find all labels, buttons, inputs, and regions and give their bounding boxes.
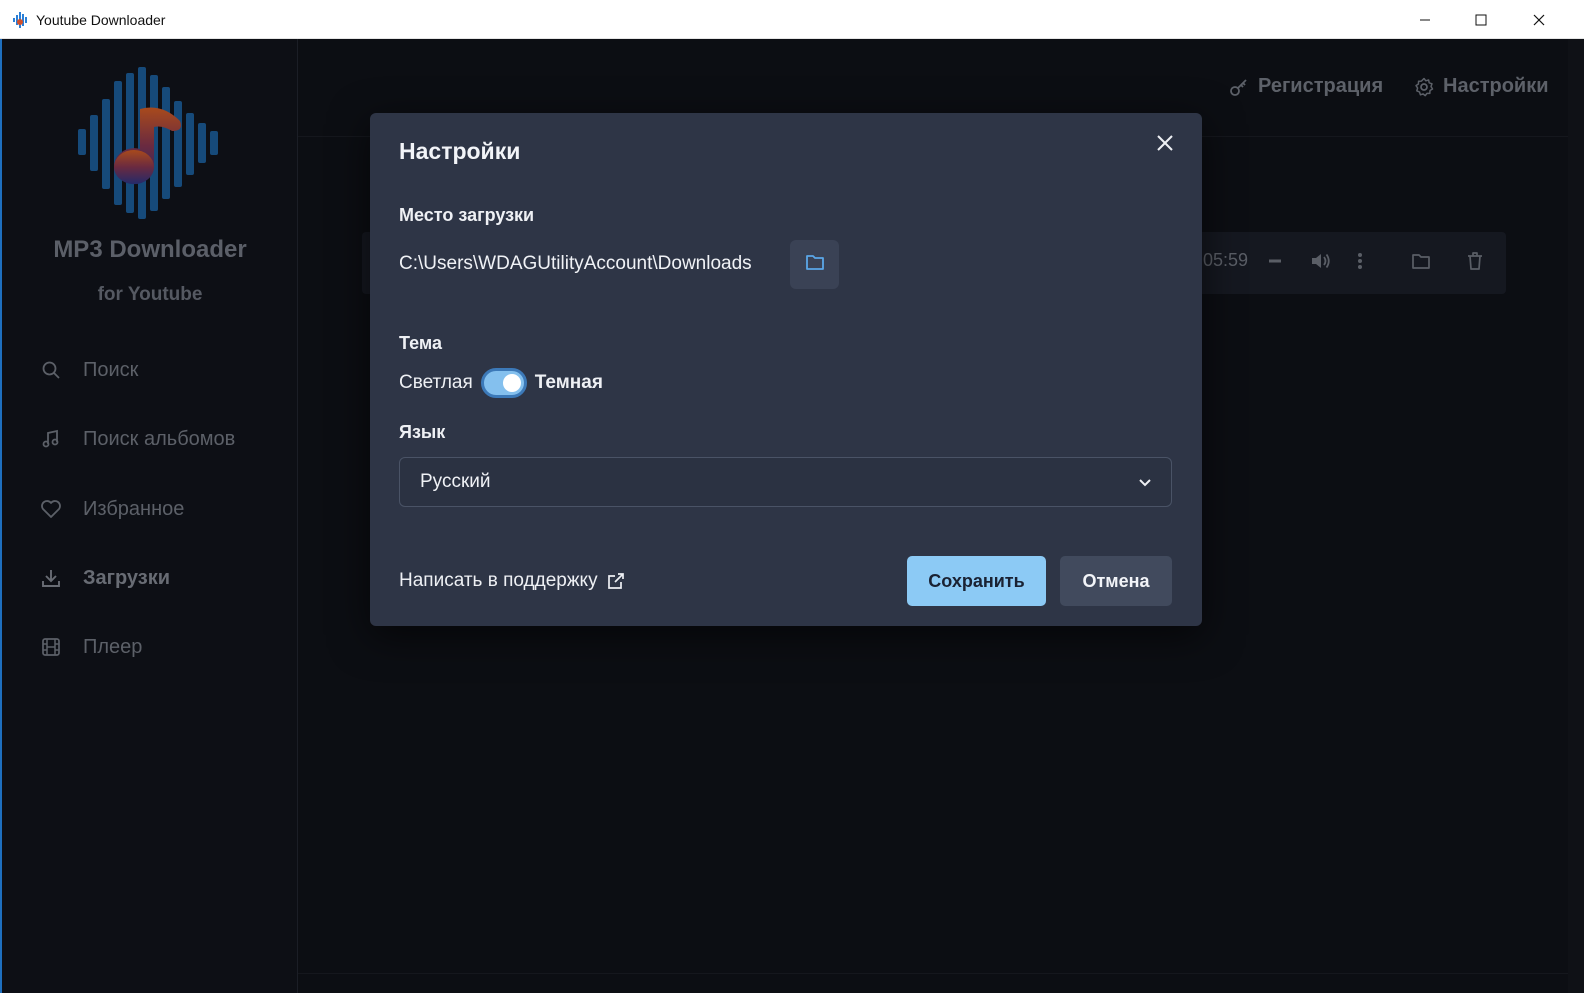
support-link-label: Написать в поддержку — [399, 570, 598, 591]
folder-icon — [805, 253, 825, 276]
theme-row: Светлая Темная — [399, 368, 603, 398]
gear-icon — [1413, 76, 1435, 98]
settings-dialog: Настройки Место загрузки C:\Users\WDAGUt… — [370, 113, 1202, 626]
close-window-button[interactable] — [1510, 0, 1568, 39]
register-link[interactable]: Регистрация — [1228, 75, 1383, 98]
app-logo — [76, 65, 226, 220]
language-select-value: Русский — [420, 471, 491, 492]
theme-light-label: Светлая — [399, 372, 473, 393]
choose-folder-button[interactable] — [790, 240, 839, 289]
settings-link[interactable]: Настройки — [1413, 75, 1549, 98]
sidebar: MP3 Downloader for Youtube Поиск Поиск а… — [2, 39, 298, 993]
brand-subtitle: for Youtube — [97, 284, 203, 305]
theme-dark-label: Темная — [534, 372, 603, 393]
app-waveform-icon — [12, 11, 30, 29]
heart-icon — [40, 498, 62, 520]
window-title: Youtube Downloader — [36, 12, 166, 28]
download-duration: :05:59 — [1198, 250, 1249, 270]
minimize-button[interactable] — [1396, 0, 1454, 39]
sidebar-item-label: Загрузки — [83, 566, 171, 589]
settings-label: Настройки — [1443, 75, 1549, 97]
sidebar-item-player[interactable]: Плеер — [40, 629, 280, 665]
open-folder-icon[interactable] — [1408, 248, 1434, 274]
more-vertical-icon[interactable] — [1347, 248, 1373, 274]
cancel-button[interactable]: Отмена — [1060, 556, 1172, 606]
sidebar-item-album-search[interactable]: Поиск альбомов — [40, 421, 280, 457]
key-icon — [1228, 76, 1250, 98]
sidebar-item-label: Плеер — [83, 635, 143, 658]
minus-icon[interactable] — [1262, 248, 1288, 274]
music-note-icon — [40, 428, 62, 450]
external-link-icon — [606, 571, 626, 591]
download-icon — [40, 567, 62, 589]
download-location-label: Место загрузки — [399, 205, 535, 225]
chevron-down-icon — [1135, 472, 1155, 492]
volume-icon[interactable] — [1308, 248, 1334, 274]
sidebar-item-label: Поиск альбомов — [83, 427, 236, 450]
register-label: Регистрация — [1258, 75, 1384, 97]
theme-toggle[interactable] — [480, 368, 527, 398]
sidebar-item-downloads[interactable]: Загрузки — [40, 560, 280, 596]
trash-icon[interactable] — [1462, 248, 1488, 274]
dialog-title: Настройки — [399, 138, 521, 164]
toggle-knob — [502, 374, 521, 392]
language-select[interactable]: Русский — [399, 457, 1172, 507]
theme-label: Тема — [399, 333, 442, 353]
search-icon — [40, 359, 62, 381]
window-titlebar: Youtube Downloader — [0, 0, 1584, 39]
sidebar-item-search[interactable]: Поиск — [40, 352, 280, 388]
sidebar-item-favorites[interactable]: Избранное — [40, 491, 280, 527]
film-icon — [40, 636, 62, 658]
divider — [298, 973, 1568, 974]
sidebar-item-label: Избранное — [83, 497, 185, 520]
brand-title: MP3 Downloader — [53, 236, 247, 263]
maximize-button[interactable] — [1452, 0, 1510, 39]
close-dialog-button[interactable] — [1152, 130, 1178, 156]
sidebar-item-label: Поиск — [83, 358, 139, 381]
download-location-path: C:\Users\WDAGUtilityAccount\Downloads — [399, 253, 752, 274]
save-button[interactable]: Сохранить — [907, 556, 1046, 606]
support-link[interactable]: Написать в поддержку — [399, 570, 626, 592]
language-label: Язык — [399, 422, 446, 442]
